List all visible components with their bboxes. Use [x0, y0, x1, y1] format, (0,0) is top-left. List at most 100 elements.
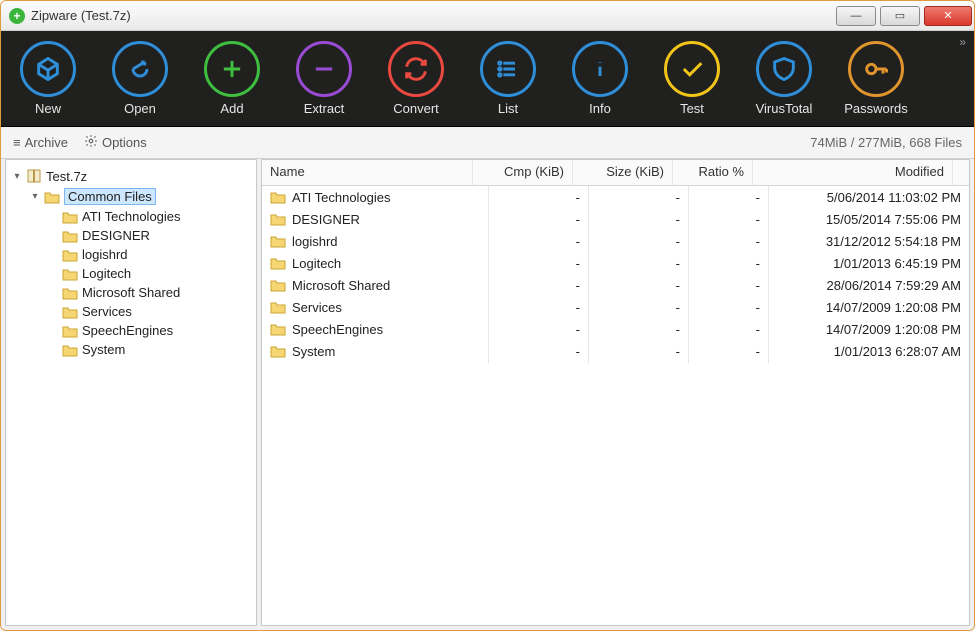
- col-modified-header[interactable]: Modified: [753, 160, 953, 185]
- table-row[interactable]: SpeechEngines - - - 14/07/2009 1:20:08 P…: [262, 318, 969, 340]
- table-row[interactable]: logishrd - - - 31/12/2012 5:54:18 PM: [262, 230, 969, 252]
- toolbar-add-label: Add: [220, 101, 243, 116]
- toolbar-list-button[interactable]: List: [473, 41, 543, 116]
- list-header: Name Cmp (KiB) Size (KiB) Ratio % Modifi…: [262, 160, 969, 186]
- row-cmp: -: [489, 274, 589, 297]
- tree-item[interactable]: ATI Technologies: [48, 207, 252, 226]
- tree-item[interactable]: Microsoft Shared: [48, 283, 252, 302]
- col-name-header[interactable]: Name: [262, 160, 473, 185]
- toolbar-list-label: List: [498, 101, 518, 116]
- col-ratio-header[interactable]: Ratio %: [673, 160, 753, 185]
- file-list-pane: Name Cmp (KiB) Size (KiB) Ratio % Modifi…: [261, 159, 970, 626]
- folder-icon: [270, 190, 286, 204]
- table-row[interactable]: Microsoft Shared - - - 28/06/2014 7:59:2…: [262, 274, 969, 296]
- folder-icon: [62, 286, 78, 300]
- toolbar-convert-button[interactable]: Convert: [381, 41, 451, 116]
- toolbar-extract-label: Extract: [304, 101, 344, 116]
- folder-icon: [62, 229, 78, 243]
- row-modified: 15/05/2014 7:55:06 PM: [769, 208, 969, 231]
- row-name: SpeechEngines: [292, 322, 383, 337]
- window-controls: — ▭ ✕: [836, 6, 972, 26]
- folder-icon: [270, 344, 286, 358]
- toolbar-info-label: Info: [589, 101, 611, 116]
- tree-item-label: DESIGNER: [82, 228, 150, 243]
- row-cmp: -: [489, 208, 589, 231]
- app-window: + Zipware (Test.7z) — ▭ ✕ » NewOpenAddEx…: [0, 0, 975, 631]
- toolbar-virustotal-button[interactable]: VirusTotal: [749, 41, 819, 116]
- collapse-icon[interactable]: ▾: [12, 171, 22, 182]
- row-name: DESIGNER: [292, 212, 360, 227]
- folder-icon: [62, 210, 78, 224]
- row-size: -: [589, 230, 689, 253]
- tree-item-label: logishrd: [82, 247, 128, 262]
- table-row[interactable]: Logitech - - - 1/01/2013 6:45:19 PM: [262, 252, 969, 274]
- options-menu[interactable]: Options: [84, 134, 147, 151]
- row-size: -: [589, 252, 689, 275]
- table-row[interactable]: Services - - - 14/07/2009 1:20:08 PM: [262, 296, 969, 318]
- tree-pane: ▾ Test.7z ▾ Common Files ATI Technologie: [5, 159, 257, 626]
- tree-item-label: Microsoft Shared: [82, 285, 180, 300]
- col-size-header[interactable]: Size (KiB): [573, 160, 673, 185]
- archive-icon: [26, 168, 42, 184]
- toolbar-info-button[interactable]: Info: [565, 41, 635, 116]
- row-modified: 1/01/2013 6:28:07 AM: [769, 340, 969, 363]
- minimize-button[interactable]: —: [836, 6, 876, 26]
- toolbar-new-button[interactable]: New: [13, 41, 83, 116]
- folder-icon: [270, 300, 286, 314]
- folder-icon: [270, 234, 286, 248]
- row-size: -: [589, 340, 689, 363]
- maximize-button[interactable]: ▭: [880, 6, 920, 26]
- toolbar-virustotal-label: VirusTotal: [756, 101, 813, 116]
- status-text: 74MiB / 277MiB, 668 Files: [810, 135, 962, 150]
- row-ratio: -: [689, 274, 769, 297]
- new-icon: [20, 41, 76, 97]
- folder-icon: [62, 324, 78, 338]
- extract-icon: [296, 41, 352, 97]
- folder-icon: [62, 305, 78, 319]
- toolbar-extract-button[interactable]: Extract: [289, 41, 359, 116]
- folder-icon: [62, 343, 78, 357]
- tree-item[interactable]: Services: [48, 302, 252, 321]
- close-button[interactable]: ✕: [924, 6, 972, 26]
- row-modified: 1/01/2013 6:45:19 PM: [769, 252, 969, 275]
- tree-common-files[interactable]: ▾ Common Files: [30, 186, 252, 207]
- col-cmp-header[interactable]: Cmp (KiB): [473, 160, 573, 185]
- info-icon: [572, 41, 628, 97]
- toolbar-overflow-icon[interactable]: »: [959, 35, 966, 49]
- tree-item[interactable]: logishrd: [48, 245, 252, 264]
- row-size: -: [589, 296, 689, 319]
- row-modified: 28/06/2014 7:59:29 AM: [769, 274, 969, 297]
- toolbar-passwords-button[interactable]: Passwords: [841, 41, 911, 116]
- tree-item-label: System: [82, 342, 125, 357]
- tree-item-label: ATI Technologies: [82, 209, 181, 224]
- virustotal-icon: [756, 41, 812, 97]
- tree-root[interactable]: ▾ Test.7z: [12, 166, 252, 186]
- row-size: -: [589, 318, 689, 341]
- toolbar-open-button[interactable]: Open: [105, 41, 175, 116]
- toolbar-convert-label: Convert: [393, 101, 439, 116]
- toolbar-open-label: Open: [124, 101, 156, 116]
- collapse-icon[interactable]: ▾: [30, 191, 40, 202]
- hamburger-icon: ≡: [13, 135, 21, 150]
- tree-item[interactable]: DESIGNER: [48, 226, 252, 245]
- archive-menu-label: Archive: [25, 135, 68, 150]
- table-row[interactable]: DESIGNER - - - 15/05/2014 7:55:06 PM: [262, 208, 969, 230]
- tree-item[interactable]: Logitech: [48, 264, 252, 283]
- table-row[interactable]: ATI Technologies - - - 5/06/2014 11:03:0…: [262, 186, 969, 208]
- convert-icon: [388, 41, 444, 97]
- row-name: logishrd: [292, 234, 338, 249]
- app-icon: +: [9, 8, 25, 24]
- toolbar-add-button[interactable]: Add: [197, 41, 267, 116]
- open-icon: [112, 41, 168, 97]
- toolbar-test-button[interactable]: Test: [657, 41, 727, 116]
- tree-item[interactable]: System: [48, 340, 252, 359]
- row-modified: 31/12/2012 5:54:18 PM: [769, 230, 969, 253]
- tree-item[interactable]: SpeechEngines: [48, 321, 252, 340]
- folder-icon: [270, 322, 286, 336]
- table-row[interactable]: System - - - 1/01/2013 6:28:07 AM: [262, 340, 969, 362]
- row-modified: 5/06/2014 11:03:02 PM: [769, 186, 969, 209]
- toolbar-new-label: New: [35, 101, 61, 116]
- list-body[interactable]: ATI Technologies - - - 5/06/2014 11:03:0…: [262, 186, 969, 625]
- archive-menu[interactable]: ≡ Archive: [13, 135, 68, 150]
- gear-icon: [84, 134, 98, 151]
